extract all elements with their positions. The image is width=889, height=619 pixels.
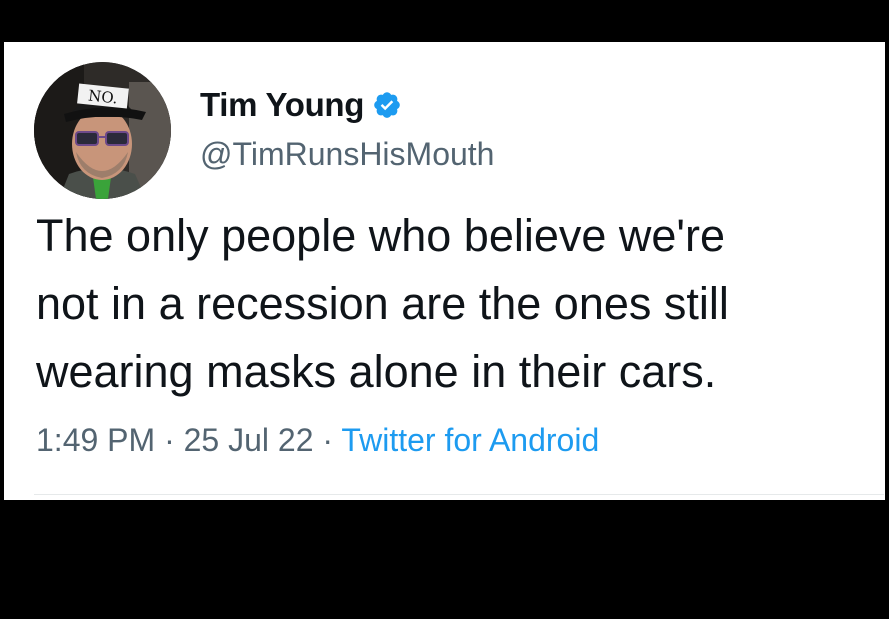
tweet-date[interactable]: 25 Jul 22 — [184, 422, 314, 458]
tweet-text-line: The only people who believe we're — [36, 210, 726, 261]
avatar[interactable]: NO. — [34, 62, 171, 199]
tweet-card: NO. Tim Young @TimRunsHisMouth The only … — [4, 42, 885, 500]
tweet-source[interactable]: Twitter for Android — [341, 422, 599, 458]
tweet-text-line: wearing masks alone in their cars. — [36, 346, 717, 397]
tweet-time[interactable]: 1:49 PM — [36, 422, 155, 458]
author-name[interactable]: Tim Young — [200, 86, 364, 124]
author-handle[interactable]: @TimRunsHisMouth — [200, 136, 494, 173]
divider — [34, 494, 884, 495]
avatar-photo: NO. — [34, 62, 171, 199]
meta-separator: · — [313, 422, 342, 458]
author-row: Tim Young — [200, 86, 402, 124]
tweet-text: The only people who believe we're not in… — [36, 202, 876, 406]
tweet-meta: 1:49 PM · 25 Jul 22 · Twitter for Androi… — [36, 422, 599, 459]
meta-separator: · — [155, 422, 184, 458]
verified-badge-icon — [374, 92, 400, 118]
tweet-text-line: not in a recession are the ones still — [36, 278, 729, 329]
avatar-hat-label: NO. — [87, 87, 118, 108]
